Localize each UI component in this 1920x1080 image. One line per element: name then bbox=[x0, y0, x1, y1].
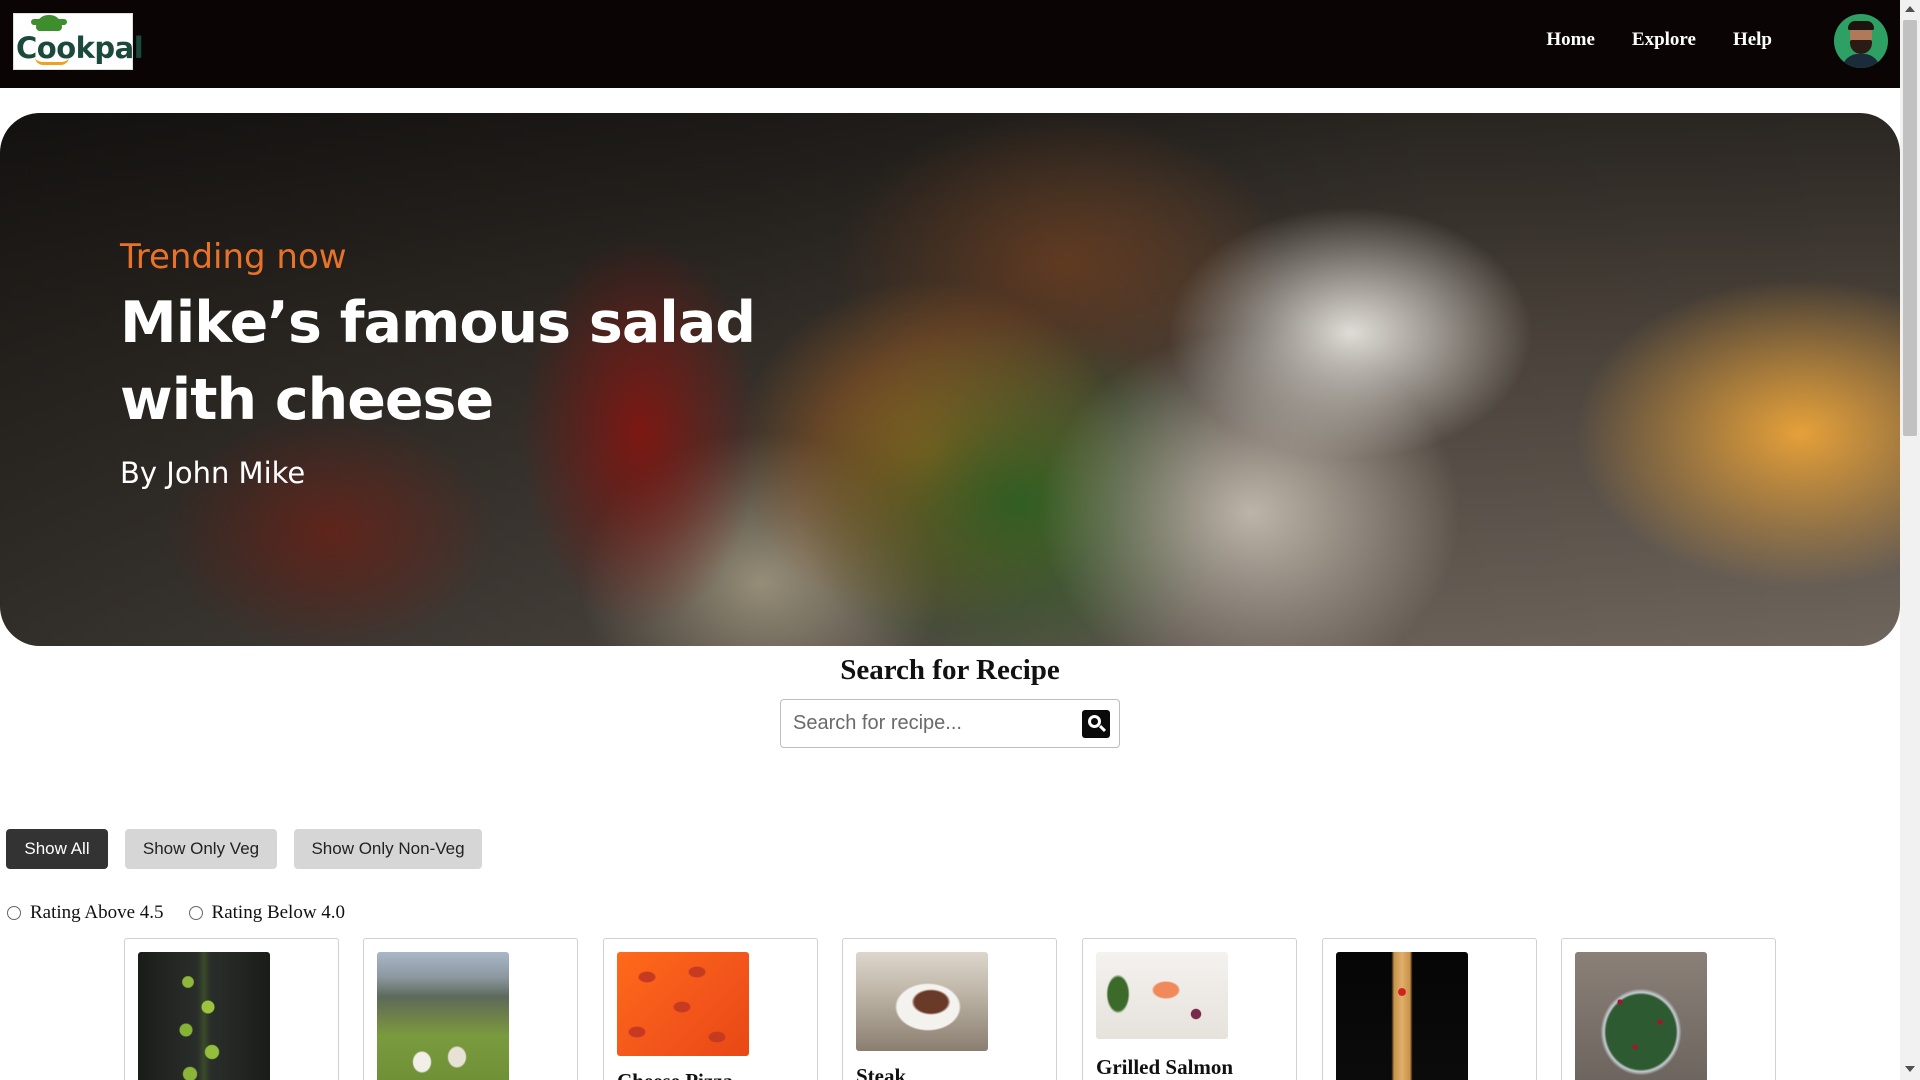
search-button[interactable] bbox=[1082, 710, 1110, 738]
nav-explore-link[interactable]: Explore bbox=[1632, 27, 1696, 53]
recipe-card[interactable] bbox=[1322, 938, 1537, 1080]
recipe-name[interactable]: Steak bbox=[856, 1064, 906, 1080]
recipe-image bbox=[138, 952, 270, 1080]
recipe-image bbox=[1336, 952, 1468, 1080]
avatar-beard bbox=[1850, 40, 1872, 54]
user-avatar[interactable] bbox=[1834, 14, 1888, 68]
recipe-name[interactable]: Cheese Pizza bbox=[617, 1069, 733, 1080]
scroll-up-arrow-icon[interactable] bbox=[1905, 6, 1915, 12]
recipe-name[interactable]: Grilled Salmon bbox=[1096, 1055, 1233, 1080]
search-heading: Search for Recipe bbox=[840, 654, 1060, 686]
recipe-card[interactable]: Cheese Pizza bbox=[603, 938, 818, 1080]
nav-links: Home Explore Help bbox=[1509, 27, 1772, 53]
recipe-image bbox=[377, 952, 509, 1080]
hero-eyebrow: Trending now bbox=[120, 237, 347, 277]
hero-text-block: Trending now Mike’s famous salad with ch… bbox=[120, 237, 800, 491]
logo-swoosh bbox=[35, 57, 69, 65]
search-icon-handle bbox=[1098, 724, 1107, 733]
hero-banner[interactable]: Trending now Mike’s famous salad with ch… bbox=[0, 113, 1900, 646]
hero-title: Mike’s famous salad with cheese bbox=[120, 290, 756, 433]
avatar-shirt bbox=[1842, 54, 1880, 68]
recipe-card[interactable]: Grilled Salmon bbox=[1082, 938, 1297, 1080]
rating-above-radio[interactable] bbox=[7, 906, 21, 920]
rating-below-label[interactable]: Rating Below 4.0 bbox=[212, 900, 346, 926]
recipe-card[interactable] bbox=[124, 938, 339, 1080]
nav-help-link[interactable]: Help bbox=[1733, 27, 1772, 53]
navbar: Cookpal Home Explore Help bbox=[0, 0, 1900, 88]
rating-above-label[interactable]: Rating Above 4.5 bbox=[30, 900, 164, 926]
hero-author: By John Mike bbox=[120, 456, 306, 490]
rating-filter: Rating Above 4.5 Rating Below 4.0 bbox=[7, 900, 370, 926]
search-input[interactable] bbox=[793, 700, 1073, 747]
rating-below-radio[interactable] bbox=[188, 906, 203, 920]
scroll-down-arrow-icon[interactable] bbox=[1905, 1066, 1915, 1072]
scrollbar-thumb[interactable] bbox=[1903, 20, 1917, 436]
show-all-button[interactable]: Show All bbox=[6, 829, 108, 869]
search-box bbox=[780, 699, 1120, 748]
recipe-image bbox=[1575, 952, 1707, 1080]
chef-hat-icon bbox=[31, 15, 67, 31]
cookpal-logo[interactable]: Cookpal bbox=[13, 13, 144, 70]
recipe-image bbox=[856, 952, 988, 1051]
recipe-card[interactable] bbox=[363, 938, 578, 1080]
show-only-veg-button[interactable]: Show Only Veg bbox=[125, 829, 277, 869]
recipe-card[interactable]: Steak bbox=[842, 938, 1057, 1080]
recipe-image bbox=[1096, 952, 1228, 1039]
recipe-image bbox=[617, 952, 749, 1056]
nav-home-link[interactable]: Home bbox=[1546, 27, 1595, 53]
avatar-hair bbox=[1848, 21, 1874, 30]
recipe-card[interactable] bbox=[1561, 938, 1776, 1080]
show-only-non-veg-button[interactable]: Show Only Non-Veg bbox=[294, 829, 482, 869]
